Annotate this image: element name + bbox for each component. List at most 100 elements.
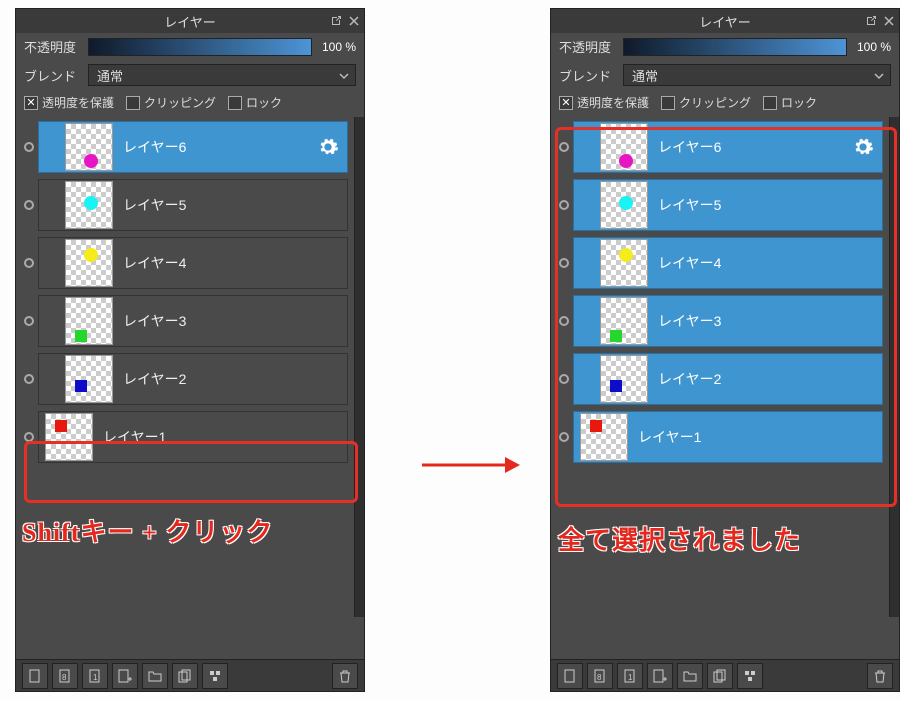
svg-text:8: 8 xyxy=(597,673,602,682)
clipping-checkbox[interactable]: クリッピング xyxy=(126,94,216,111)
layer-mark xyxy=(75,380,87,392)
checkbox-row: ✕ 透明度を保護 クリッピング ロック xyxy=(551,90,899,117)
new-button[interactable] xyxy=(557,663,583,689)
layer-row[interactable]: レイヤー4 xyxy=(555,235,883,291)
opacity-slider[interactable] xyxy=(623,38,847,56)
popout-icon[interactable] xyxy=(865,15,877,27)
lock-checkbox[interactable]: ロック xyxy=(763,94,817,111)
layer-thumbnail xyxy=(65,123,113,171)
layer-row[interactable]: レイヤー5 xyxy=(20,177,348,233)
layer-body[interactable]: レイヤー5 xyxy=(38,179,348,231)
copy8-button[interactable]: 8 xyxy=(587,663,613,689)
gear-icon[interactable] xyxy=(317,136,339,158)
visibility-toggle[interactable] xyxy=(555,374,573,384)
blend-select[interactable]: 通常 xyxy=(623,64,891,86)
folder-button[interactable] xyxy=(677,663,703,689)
layer-body[interactable]: レイヤー3 xyxy=(38,295,348,347)
close-icon[interactable] xyxy=(883,15,895,27)
visibility-toggle[interactable] xyxy=(20,258,38,268)
layer-row[interactable]: レイヤー3 xyxy=(555,293,883,349)
clipping-label: クリッピング xyxy=(679,94,751,111)
layer-thumbnail xyxy=(600,181,648,229)
layer-row[interactable]: レイヤー5 xyxy=(555,177,883,233)
layer-row[interactable]: レイヤー2 xyxy=(555,351,883,407)
gear-icon[interactable] xyxy=(852,136,874,158)
layer-mark xyxy=(619,154,633,168)
panel-titlebar[interactable]: レイヤー xyxy=(551,9,899,33)
layer-row[interactable]: レイヤー1 xyxy=(20,409,348,465)
opacity-fill xyxy=(624,39,846,55)
trash-button[interactable] xyxy=(867,663,893,689)
clipping-checkbox[interactable]: クリッピング xyxy=(661,94,751,111)
caption-left: Shiftキー + クリック xyxy=(22,512,273,549)
lock-label: ロック xyxy=(246,94,282,111)
opacity-row: 不透明度 100 % xyxy=(16,33,364,60)
layer-name-label: レイヤー3 xyxy=(658,311,882,331)
blend-select[interactable]: 通常 xyxy=(88,64,356,86)
copy8-button[interactable]: 8 xyxy=(52,663,78,689)
layer-name-label: レイヤー6 xyxy=(658,137,842,157)
trash-button[interactable] xyxy=(332,663,358,689)
footer-toolbar: 81 xyxy=(16,659,364,691)
duplicate-button[interactable] xyxy=(707,663,733,689)
checkbox-box xyxy=(661,96,675,110)
layer-body[interactable]: レイヤー6 xyxy=(573,121,883,173)
visibility-toggle[interactable] xyxy=(555,258,573,268)
popout-icon[interactable] xyxy=(330,15,342,27)
merge-button[interactable] xyxy=(202,663,228,689)
visibility-toggle[interactable] xyxy=(555,200,573,210)
svg-text:8: 8 xyxy=(62,673,67,682)
visibility-toggle[interactable] xyxy=(20,316,38,326)
layer-row[interactable]: レイヤー2 xyxy=(20,351,348,407)
opacity-slider[interactable] xyxy=(88,38,312,56)
layer-name-label: レイヤー3 xyxy=(123,311,347,331)
new-button[interactable] xyxy=(22,663,48,689)
merge-button[interactable] xyxy=(737,663,763,689)
scrollbar[interactable] xyxy=(889,117,899,617)
layer-mark xyxy=(610,380,622,392)
visibility-toggle[interactable] xyxy=(20,374,38,384)
copy1-button[interactable]: 1 xyxy=(82,663,108,689)
visibility-toggle[interactable] xyxy=(20,432,38,442)
layer-body[interactable]: レイヤー1 xyxy=(38,411,348,463)
layer-row[interactable]: レイヤー1 xyxy=(555,409,883,465)
layer-body[interactable]: レイヤー6 xyxy=(38,121,348,173)
layer-body[interactable]: レイヤー3 xyxy=(573,295,883,347)
visibility-toggle[interactable] xyxy=(20,142,38,152)
layer-body[interactable]: レイヤー5 xyxy=(573,179,883,231)
layer-thumbnail xyxy=(65,355,113,403)
layer-body[interactable]: レイヤー4 xyxy=(573,237,883,289)
close-icon[interactable] xyxy=(348,15,360,27)
panel-titlebar[interactable]: レイヤー xyxy=(16,9,364,33)
layer-row[interactable]: レイヤー6 xyxy=(555,119,883,175)
copy1-button[interactable]: 1 xyxy=(617,663,643,689)
add-button[interactable] xyxy=(647,663,673,689)
visibility-toggle[interactable] xyxy=(555,316,573,326)
visibility-toggle[interactable] xyxy=(555,432,573,442)
layer-name-label: レイヤー5 xyxy=(658,195,882,215)
scrollbar[interactable] xyxy=(354,117,364,617)
lock-checkbox[interactable]: ロック xyxy=(228,94,282,111)
folder-button[interactable] xyxy=(142,663,168,689)
svg-text:1: 1 xyxy=(93,673,98,682)
layer-name-label: レイヤー4 xyxy=(658,253,882,273)
layer-row[interactable]: レイヤー6 xyxy=(20,119,348,175)
layers-panel-left: レイヤー 不透明度 100 % ブレンド 通常 ✕ 透明度を保護 xyxy=(15,8,365,692)
layer-name-label: レイヤー2 xyxy=(658,369,882,389)
layer-name-label: レイヤー4 xyxy=(123,253,347,273)
protect-alpha-checkbox[interactable]: ✕ 透明度を保護 xyxy=(559,94,649,111)
protect-alpha-checkbox[interactable]: ✕ 透明度を保護 xyxy=(24,94,114,111)
visibility-toggle[interactable] xyxy=(555,142,573,152)
layer-thumbnail xyxy=(65,297,113,345)
layer-body[interactable]: レイヤー2 xyxy=(38,353,348,405)
chevron-down-icon xyxy=(339,69,349,84)
duplicate-button[interactable] xyxy=(172,663,198,689)
layer-row[interactable]: レイヤー4 xyxy=(20,235,348,291)
add-button[interactable] xyxy=(112,663,138,689)
visibility-toggle[interactable] xyxy=(20,200,38,210)
layer-body[interactable]: レイヤー2 xyxy=(573,353,883,405)
layer-mark xyxy=(590,420,602,432)
layer-row[interactable]: レイヤー3 xyxy=(20,293,348,349)
layer-body[interactable]: レイヤー4 xyxy=(38,237,348,289)
layer-body[interactable]: レイヤー1 xyxy=(573,411,883,463)
